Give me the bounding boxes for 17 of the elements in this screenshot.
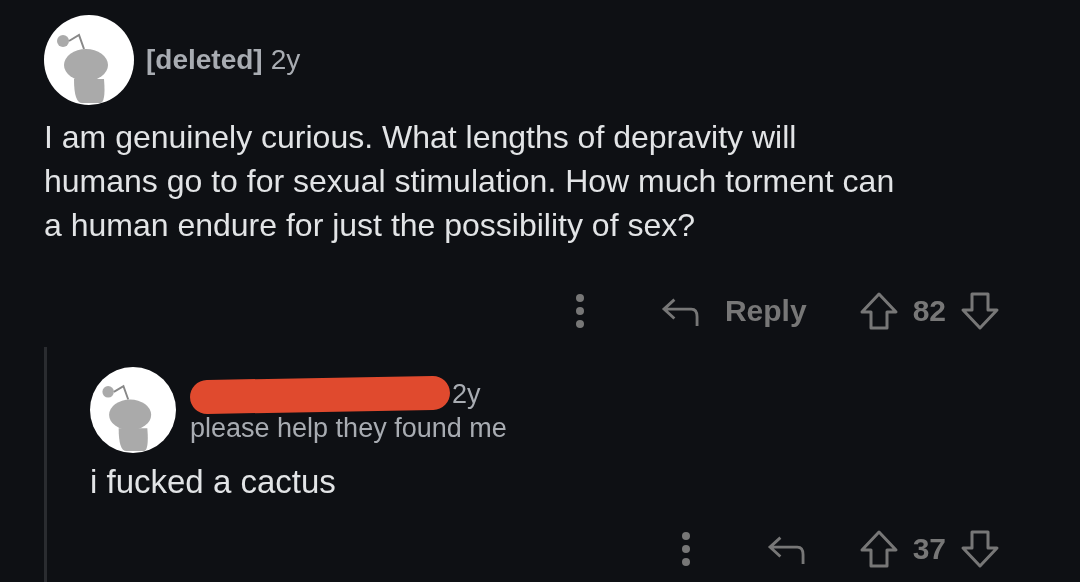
username[interactable]: [deleted] — [146, 44, 263, 76]
reply-button[interactable]: Reply — [660, 294, 807, 328]
comment-text: I am genuinely curious. What lengths of depravity will humans go to for sexual stimulation. How much torment can a human endure for just the possibility of sex? — [44, 118, 896, 245]
downvote-icon[interactable] — [960, 291, 1000, 331]
vote-count: 82 — [912, 294, 946, 328]
user-flair: please help they found me — [190, 412, 507, 444]
avatar-icon — [44, 15, 134, 105]
comment-text: i fucked a cactus — [90, 463, 337, 501]
more-options-icon[interactable] — [680, 531, 691, 567]
upvote-icon[interactable] — [858, 529, 899, 569]
avatar-icon — [90, 367, 176, 453]
comment-age: 2y — [452, 379, 481, 410]
downvote-icon[interactable] — [960, 529, 1000, 569]
upvote-icon[interactable] — [858, 291, 899, 331]
more-options-icon[interactable] — [574, 293, 585, 329]
comment-age: 2y — [270, 44, 301, 76]
vote-count: 37 — [912, 532, 946, 566]
